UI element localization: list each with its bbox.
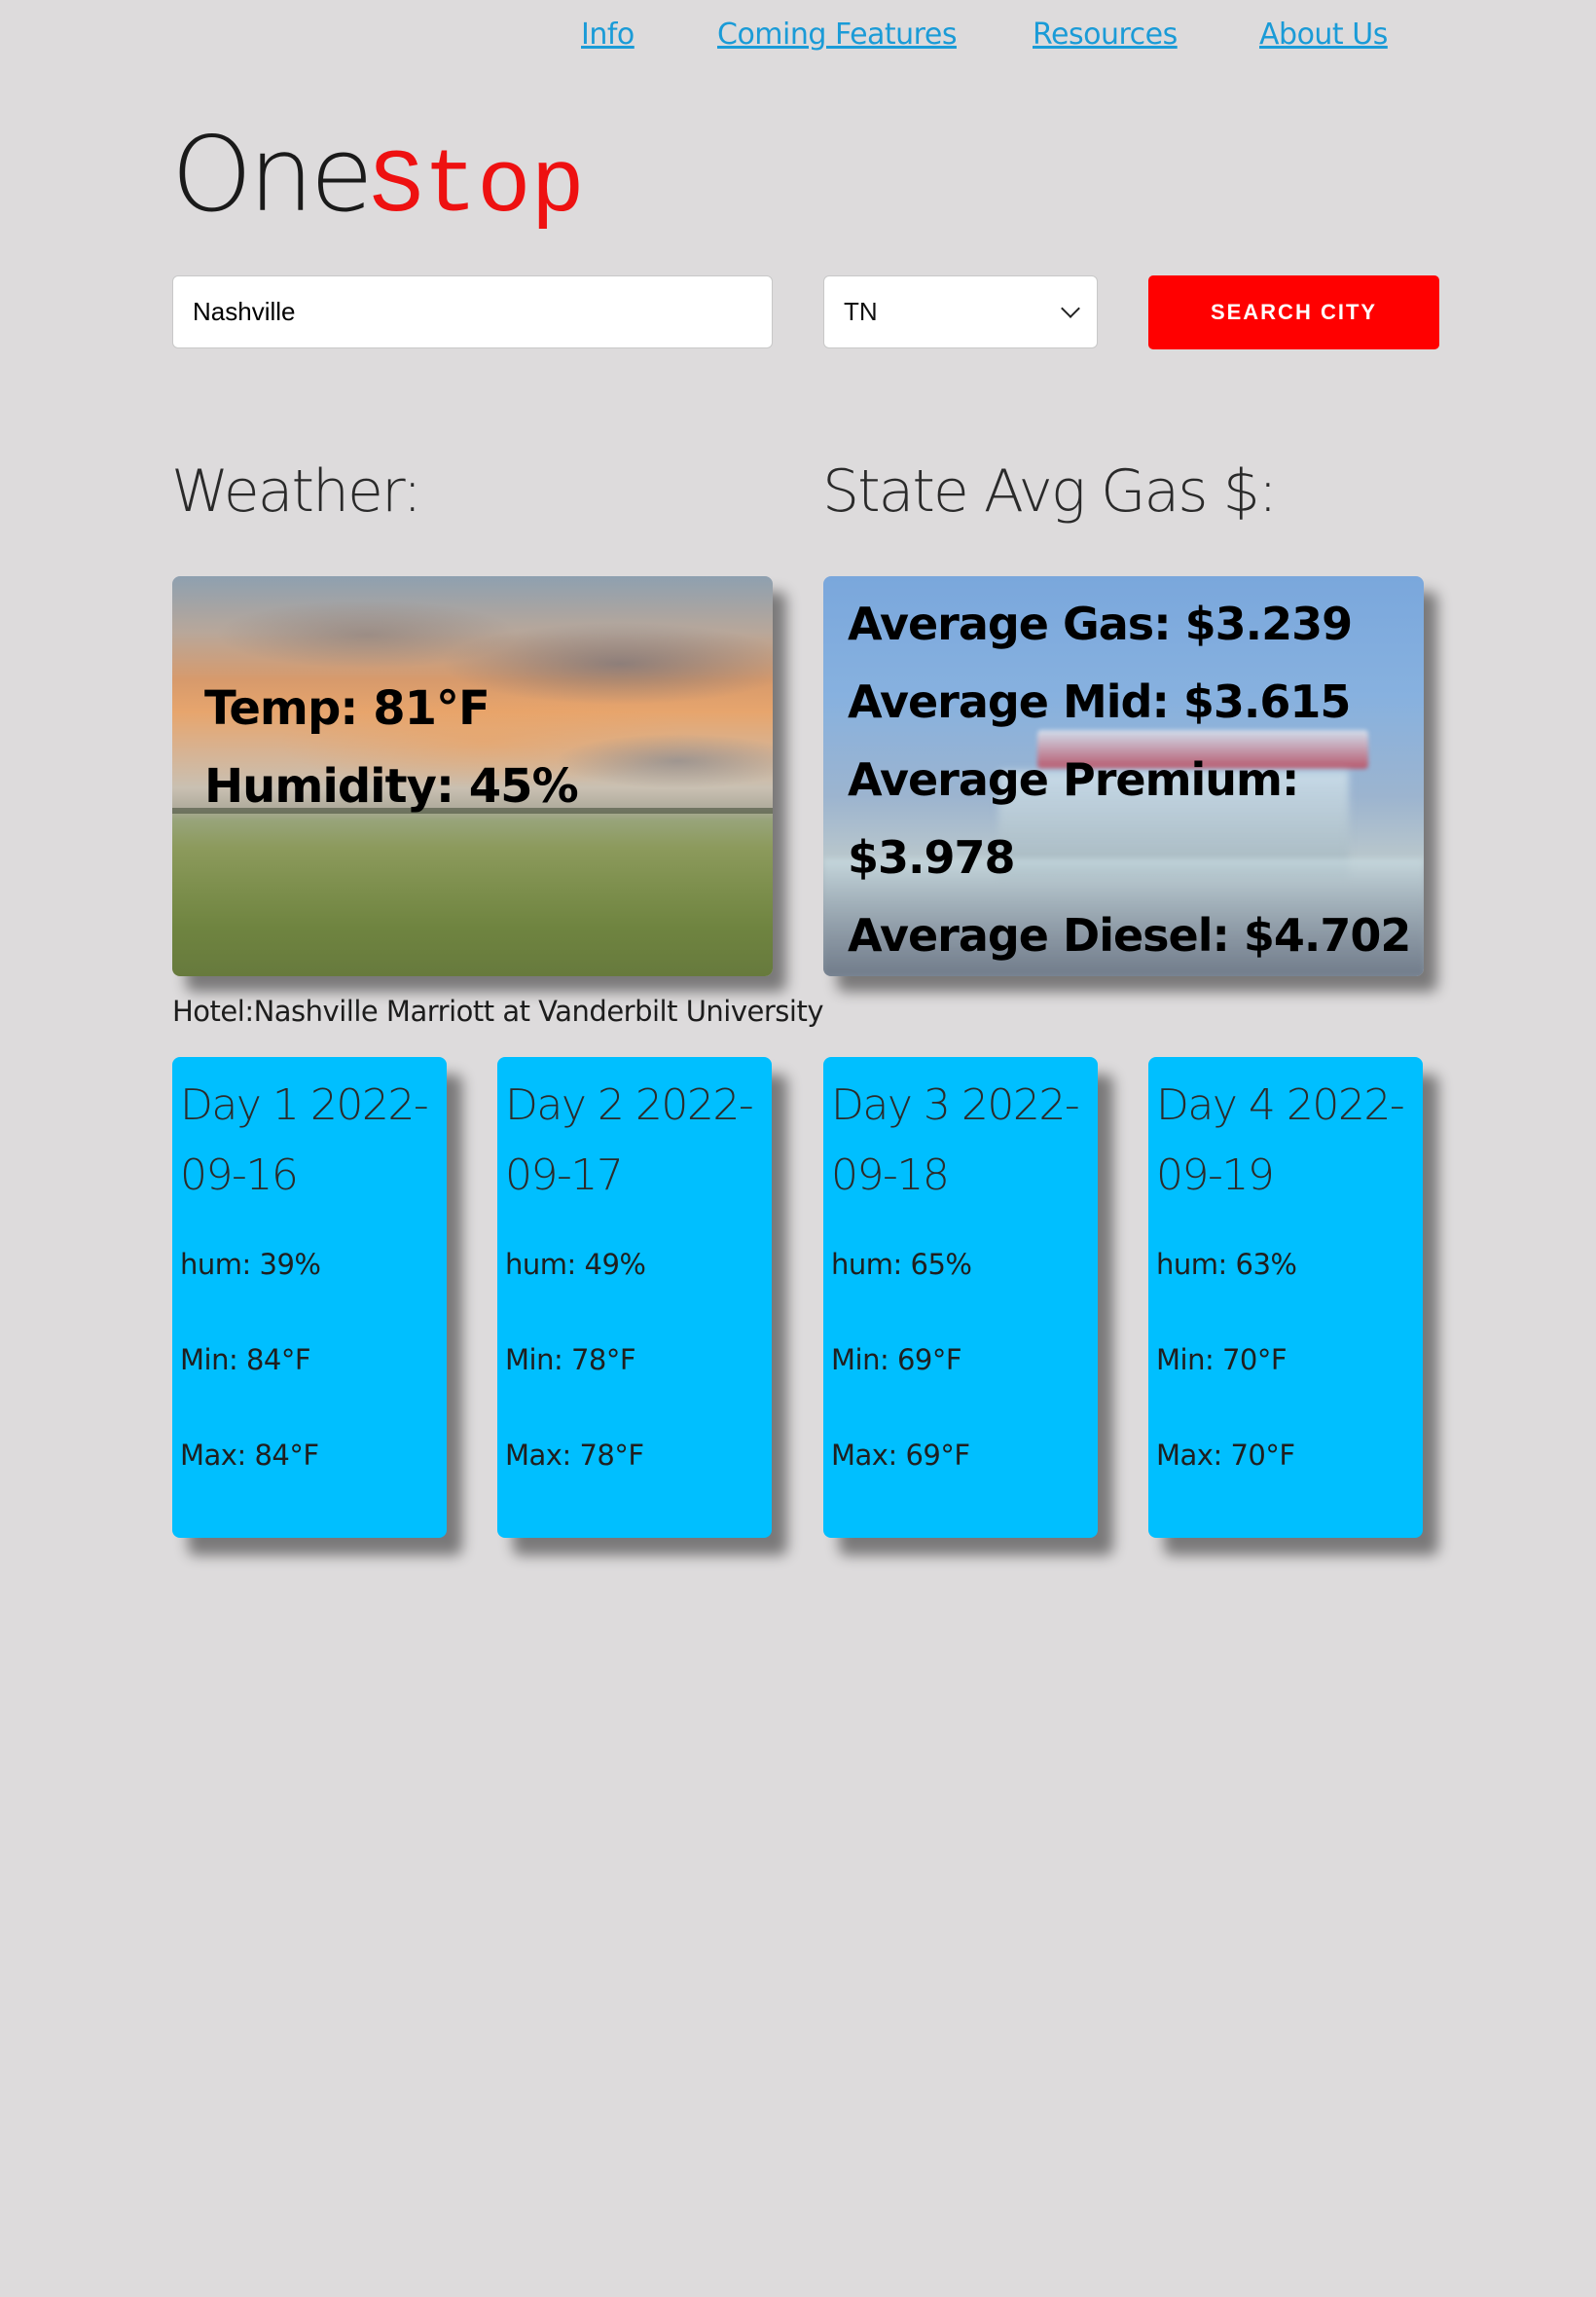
weather-heading: Weather: (171, 457, 422, 526)
gas-average-premium-value: $3.978 (848, 831, 1016, 884)
city-input[interactable] (172, 275, 773, 348)
forecast-min-temp: Min: 78°F (505, 1343, 636, 1376)
logo-part-one: One (171, 115, 374, 235)
gas-average-mid: Average Mid: $3.615 (848, 675, 1351, 728)
forecast-day-title: Day 4 2022-09-19 (1156, 1080, 1405, 1200)
nav-link-info[interactable]: Info (581, 18, 635, 52)
forecast-day-title: Day 1 2022-09-16 (180, 1080, 429, 1200)
hotel-text: Hotel:Nashville Marriott at Vanderbilt U… (172, 995, 824, 1028)
forecast-max-temp: Max: 78°F (505, 1439, 644, 1472)
top-nav: Info Coming Features Resources About Us (0, 18, 1596, 60)
nav-link-coming-features[interactable]: Coming Features (717, 18, 957, 52)
forecast-humidity: hum: 39% (180, 1248, 321, 1281)
state-select-value: TN (844, 297, 878, 326)
state-select[interactable]: TN (823, 275, 1098, 348)
search-city-button[interactable]: SEARCH CITY (1148, 275, 1439, 349)
forecast-max-temp: Max: 69°F (831, 1439, 970, 1472)
forecast-day-title: Day 3 2022-09-18 (831, 1080, 1080, 1200)
gas-card: Average Gas: $3.239 Average Mid: $3.615 … (823, 576, 1424, 976)
weather-humidity: Humidity: 45% (204, 759, 579, 814)
gas-average-diesel: Average Diesel: $4.702 (848, 909, 1411, 962)
forecast-card-day-2: Day 2 2022-09-17 hum: 49% Min: 78°F Max:… (497, 1057, 772, 1538)
page: Info Coming Features Resources About Us … (0, 0, 1596, 2297)
gas-heading: State Avg Gas $: (822, 457, 1278, 526)
weather-temp: Temp: 81°F (204, 681, 490, 736)
forecast-card-day-1: Day 1 2022-09-16 hum: 39% Min: 84°F Max:… (172, 1057, 447, 1538)
forecast-card-day-4: Day 4 2022-09-19 hum: 63% Min: 70°F Max:… (1148, 1057, 1423, 1538)
chevron-down-icon (1061, 298, 1080, 318)
forecast-day-title: Day 2 2022-09-17 (505, 1080, 754, 1200)
forecast-min-temp: Min: 84°F (180, 1343, 311, 1376)
gas-average-premium-label: Average Premium: (848, 753, 1299, 806)
forecast-max-temp: Max: 70°F (1156, 1439, 1295, 1472)
nav-link-resources[interactable]: Resources (1033, 18, 1178, 52)
gas-average-regular: Average Gas: $3.239 (848, 598, 1353, 650)
weather-card: Temp: 81°F Humidity: 45% (172, 576, 773, 976)
forecast-card-day-3: Day 3 2022-09-18 hum: 65% Min: 69°F Max:… (823, 1057, 1098, 1538)
nav-link-about-us[interactable]: About Us (1259, 18, 1388, 52)
forecast-max-temp: Max: 84°F (180, 1439, 319, 1472)
site-logo: OneStop (171, 115, 585, 237)
logo-part-stop: Stop (369, 135, 585, 237)
forecast-humidity: hum: 63% (1156, 1248, 1297, 1281)
forecast-humidity: hum: 49% (505, 1248, 646, 1281)
forecast-min-temp: Min: 69°F (831, 1343, 962, 1376)
forecast-min-temp: Min: 70°F (1156, 1343, 1288, 1376)
forecast-humidity: hum: 65% (831, 1248, 972, 1281)
